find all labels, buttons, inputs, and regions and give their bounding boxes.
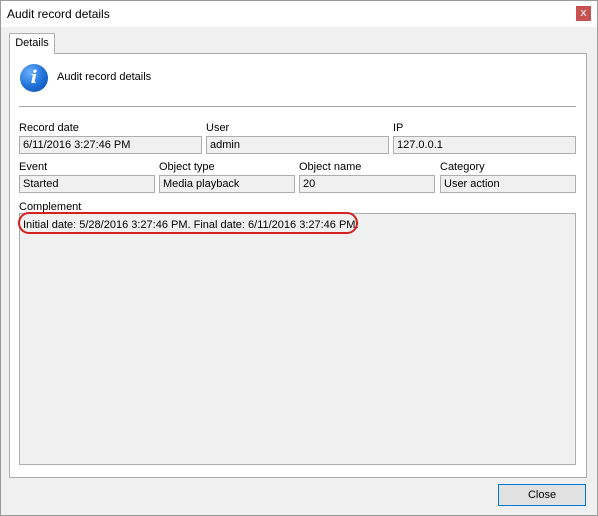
event-label: Event (19, 161, 48, 173)
tab-details[interactable]: Details (9, 33, 55, 54)
object-type-label: Object type (159, 161, 215, 173)
window-title: Audit record details (7, 7, 110, 21)
ip-field[interactable]: 127.0.0.1 (393, 136, 576, 154)
user-label: User (206, 122, 230, 134)
close-icon[interactable]: x (576, 6, 591, 21)
user-field[interactable]: admin (206, 136, 389, 154)
page-title: Audit record details (57, 71, 152, 83)
event-field[interactable]: Started (19, 175, 155, 193)
title-bar: Audit record details x (1, 1, 597, 27)
record-date-field[interactable]: 6/11/2016 3:27:46 PM (19, 136, 202, 154)
object-name-label: Object name (299, 161, 362, 173)
object-type-field[interactable]: Media playback (159, 175, 295, 193)
close-button[interactable]: Close (498, 484, 586, 506)
object-name-field[interactable]: 20 (299, 175, 435, 193)
ip-label: IP (393, 122, 404, 134)
separator (19, 106, 576, 107)
category-field[interactable]: User action (440, 175, 576, 193)
info-icon: i (20, 64, 48, 92)
complement-label: Complement (19, 201, 82, 213)
record-date-label: Record date (19, 122, 79, 134)
category-label: Category (440, 161, 485, 173)
complement-textarea[interactable]: Initial date: 5/28/2016 3:27:46 PM. Fina… (19, 213, 576, 465)
